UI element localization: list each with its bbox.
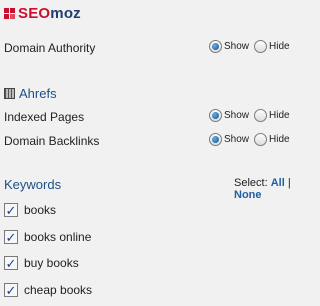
seomoz-logo: SEOmoz [4, 6, 81, 22]
select-controls: Select: All | None [234, 177, 311, 201]
hide-label: Hide [269, 134, 290, 145]
domain-authority-visibility: Show Hide [209, 40, 295, 53]
ahrefs-icon [4, 88, 15, 99]
select-prefix: Select: [234, 177, 268, 189]
domain-backlinks-hide-radio[interactable] [254, 133, 268, 146]
domain-backlinks-visibility: Show Hide [209, 133, 295, 146]
hide-label: Hide [269, 110, 290, 121]
domain-authority-hide-radio[interactable] [254, 40, 268, 53]
domain-authority-label: Domain Authority [4, 41, 96, 55]
keyword-label: books online [24, 230, 92, 244]
keyword-label: cheap books [24, 283, 93, 297]
indexed-pages-hide-radio[interactable] [254, 109, 268, 122]
seomoz-cube-icon [4, 8, 16, 20]
indexed-pages-label: Indexed Pages [4, 110, 85, 124]
ahrefs-logo: Ahrefs [4, 86, 57, 101]
indexed-pages-show-radio[interactable] [209, 109, 222, 122]
ahrefs-title: Ahrefs [19, 86, 57, 101]
keyword-item[interactable]: ✓ books online [4, 230, 91, 244]
show-label: Show [224, 41, 250, 52]
domain-authority-show-radio[interactable] [209, 40, 222, 53]
keyword-checkbox[interactable]: ✓ [4, 283, 18, 297]
select-separator: | [287, 177, 291, 189]
select-all-link[interactable]: All [271, 177, 285, 189]
keyword-label: buy books [24, 256, 79, 270]
select-none-link[interactable]: None [234, 189, 262, 201]
keywords-title: Keywords [4, 177, 62, 192]
domain-backlinks-show-radio[interactable] [209, 133, 222, 146]
keyword-item[interactable]: ✓ books [4, 203, 56, 217]
keyword-item[interactable]: ✓ cheap books [4, 283, 92, 297]
seomoz-logo-text: SEOmoz [18, 5, 81, 22]
indexed-pages-visibility: Show Hide [209, 109, 295, 122]
keyword-checkbox[interactable]: ✓ [4, 230, 18, 244]
keyword-label: books [24, 203, 57, 217]
hide-label: Hide [269, 41, 290, 52]
show-label: Show [224, 110, 250, 121]
show-label: Show [224, 134, 250, 145]
keyword-checkbox[interactable]: ✓ [4, 203, 18, 217]
domain-backlinks-label: Domain Backlinks [4, 134, 100, 148]
keyword-checkbox[interactable]: ✓ [4, 256, 18, 270]
keyword-item[interactable]: ✓ buy books [4, 256, 79, 270]
